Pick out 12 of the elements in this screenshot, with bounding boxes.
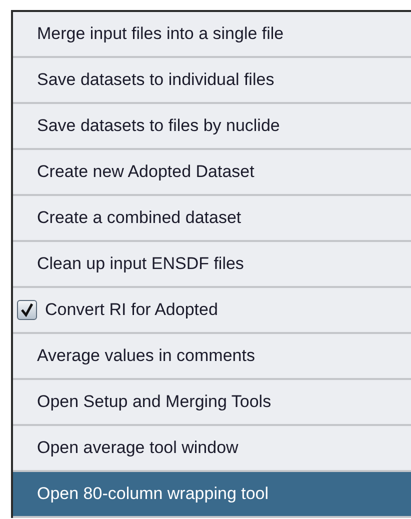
menu-item[interactable]: Open Setup and Merging Tools	[13, 380, 411, 426]
menu-item[interactable]: Create new Adopted Dataset	[13, 150, 411, 196]
menu-item[interactable]: Create a combined dataset	[13, 196, 411, 242]
menu-item[interactable]: Save datasets to files by nuclide	[13, 104, 411, 150]
menu-item[interactable]: Average values in comments	[13, 334, 411, 380]
menu-item[interactable]: Open 80-column wrapping tool	[13, 472, 411, 518]
menu-item[interactable]: Clean up input ENSDF files	[13, 242, 411, 288]
menu-item[interactable]: Save datasets to individual files	[13, 58, 411, 104]
menu-item[interactable]: Convert RI for Adopted	[13, 288, 411, 334]
menu-item-label: Convert RI for Adopted	[45, 299, 218, 322]
menu-item[interactable]: Merge input files into a single file	[13, 12, 411, 58]
checkbox[interactable]	[17, 300, 37, 320]
